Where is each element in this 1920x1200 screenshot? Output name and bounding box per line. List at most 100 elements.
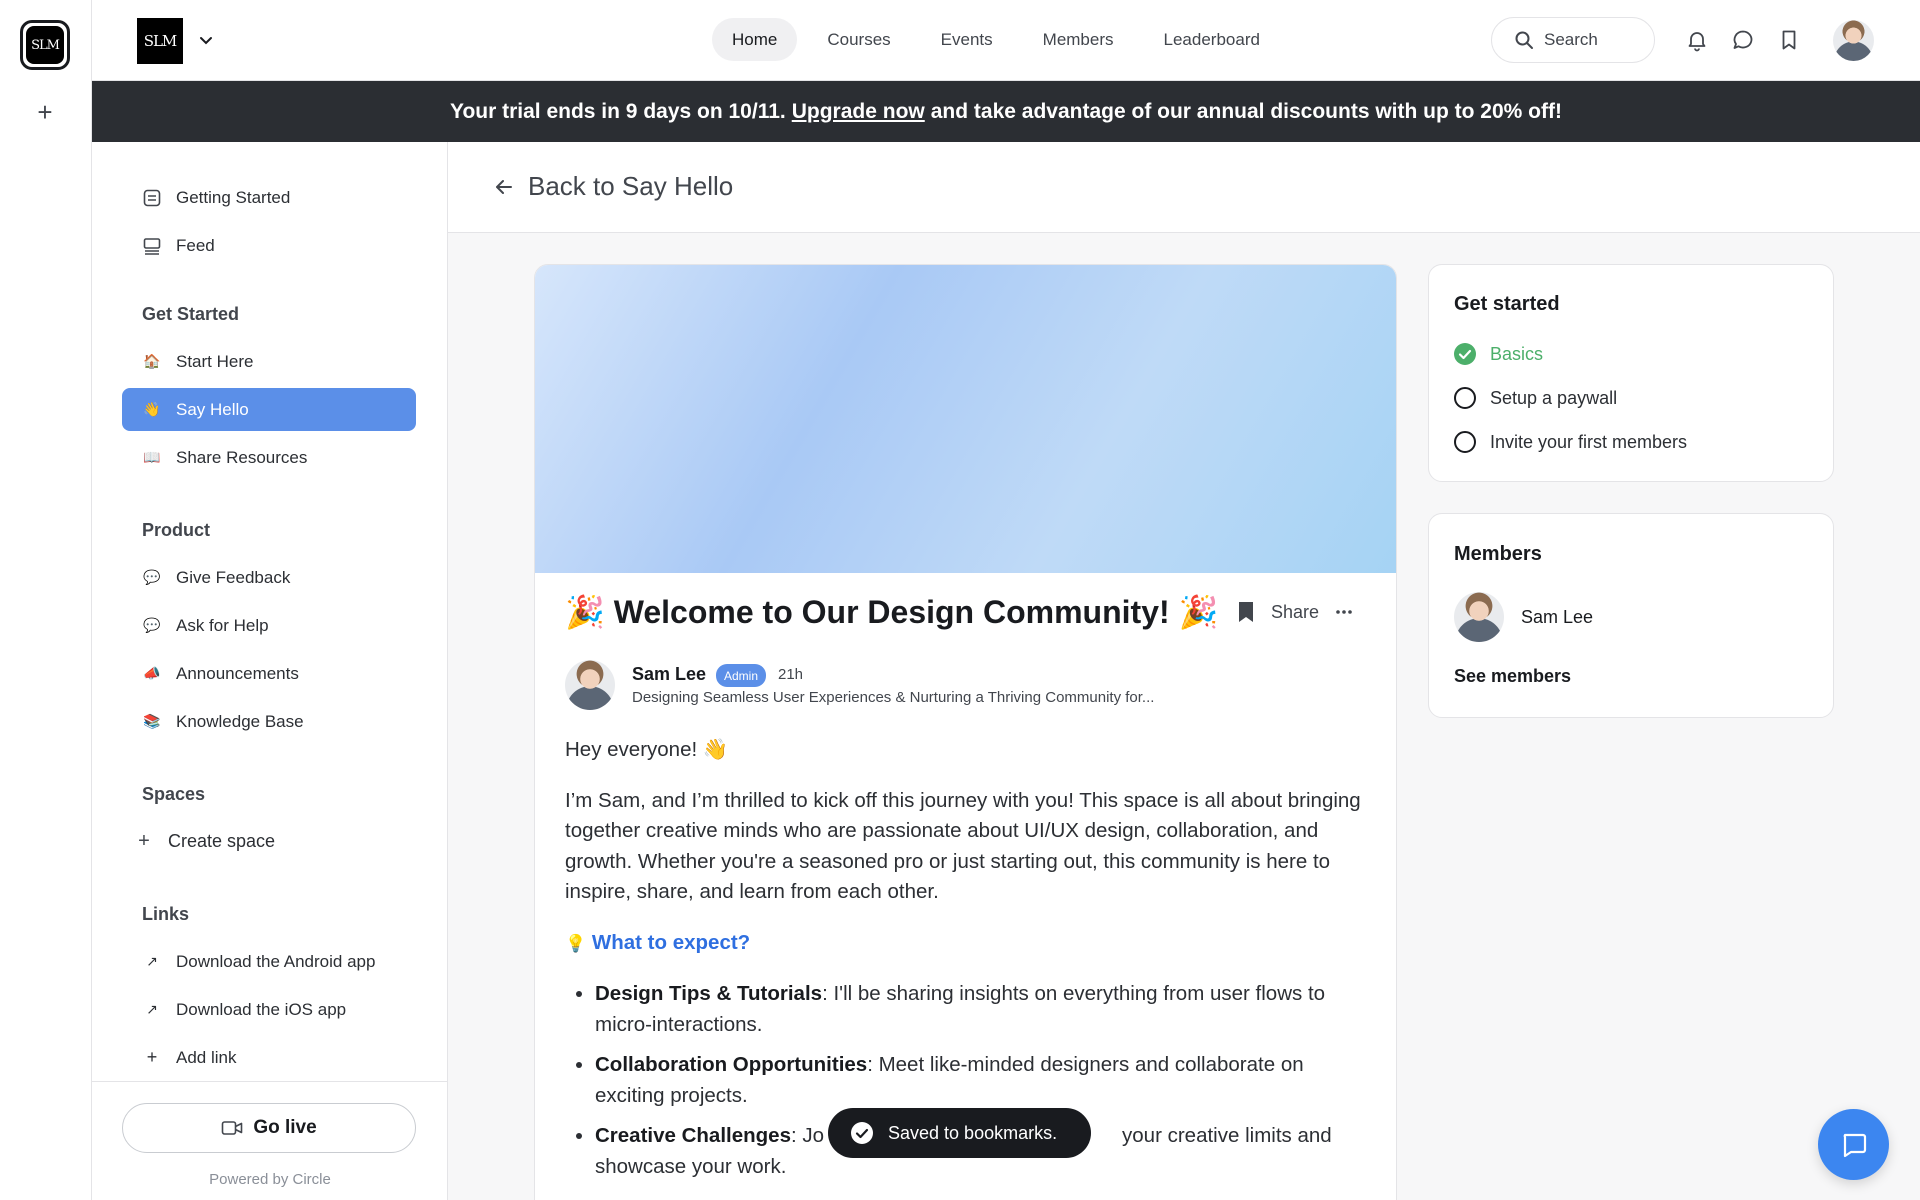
search-button[interactable]: Search <box>1491 17 1655 63</box>
feed-icon <box>143 237 161 255</box>
expect-heading-text: What to expect? <box>591 930 751 954</box>
author-avatar[interactable] <box>565 660 615 710</box>
sidebar-item-knowledge-base[interactable]: 📚 Knowledge Base <box>122 700 416 743</box>
search-icon <box>1515 31 1533 49</box>
sidebar-item-ask-for-help[interactable]: 💬 Ask for Help <box>122 604 416 647</box>
sidebar-item-say-hello[interactable]: 👋 Say Hello <box>122 388 416 431</box>
author-tagline: Designing Seamless User Experiences & Nu… <box>632 689 1155 706</box>
sidebar-group-heading[interactable]: Product <box>142 520 210 541</box>
sidebar-item-feed[interactable]: Feed <box>122 224 416 267</box>
chat-widget-button[interactable] <box>1818 1109 1889 1180</box>
main-header: Back to Say Hello <box>448 142 1920 233</box>
books-icon: 📚 <box>143 713 161 729</box>
share-button[interactable]: Share <box>1271 602 1319 623</box>
member-name[interactable]: Sam Lee <box>1521 607 1593 628</box>
toast-text: Saved to bookmarks. <box>888 1122 1058 1143</box>
external-link-icon: ↗ <box>146 1001 158 1017</box>
add-link-button[interactable]: + Add link <box>122 1036 416 1079</box>
checklist-label: Setup a paywall <box>1490 387 1618 408</box>
checklist-item-invite[interactable]: Invite your first members <box>1454 431 1687 453</box>
sidebar-item-give-feedback[interactable]: 💬 Give Feedback <box>122 556 416 599</box>
sidebar-item-ios-app[interactable]: ↗ Download the iOS app <box>122 988 416 1031</box>
nav-leaderboard[interactable]: Leaderboard <box>1144 18 1280 61</box>
back-link[interactable]: Back to Say Hello <box>494 171 733 202</box>
sidebar-item-label: Getting Started <box>176 187 291 207</box>
post-cover-image <box>535 265 1396 573</box>
card-title: Get started <box>1454 293 1560 315</box>
member-avatar[interactable] <box>1454 592 1504 642</box>
nav-members[interactable]: Members <box>1023 18 1134 61</box>
sidebar-item-android-app[interactable]: ↗ Download the Android app <box>122 940 416 983</box>
upgrade-link[interactable]: Upgrade now <box>792 100 925 124</box>
empty-circle-icon <box>1454 431 1476 453</box>
sidebar-item-share-resources[interactable]: 📖 Share Resources <box>122 436 416 479</box>
video-camera-icon <box>222 1121 243 1135</box>
sidebar-item-label: Create space <box>168 831 276 851</box>
post-card: 🎉 Welcome to Our Design Community! 🎉 Sha… <box>534 264 1397 1200</box>
list-item-text: : Jo <box>790 1124 825 1147</box>
community-switcher-logo[interactable]: SLM <box>20 20 70 70</box>
go-live-label: Go live <box>253 1117 317 1138</box>
book-icon: 📖 <box>143 449 161 465</box>
nav-courses[interactable]: Courses <box>807 18 910 61</box>
sidebar-item-label: Start Here <box>176 351 254 371</box>
brand-logo[interactable]: SLM <box>137 18 183 64</box>
sidebar-item-label: Download the Android app <box>176 951 376 971</box>
sidebar-item-label: Share Resources <box>176 447 308 467</box>
sidebar-group-heading[interactable]: Links <box>142 904 189 925</box>
sidebar-item-label: Ask for Help <box>176 615 269 635</box>
megaphone-icon: 📣 <box>143 665 161 681</box>
sidebar-item-label: Feed <box>176 235 215 255</box>
sidebar-item-start-here[interactable]: 🏠 Start Here <box>122 340 416 383</box>
chat-icon[interactable] <box>1731 28 1755 52</box>
chevron-down-icon[interactable] <box>196 30 216 50</box>
sidebar-item-announcements[interactable]: 📣 Announcements <box>122 652 416 695</box>
external-link-icon: ↗ <box>146 953 158 969</box>
members-card: Members Sam Lee See members <box>1428 513 1834 718</box>
go-live-button[interactable]: Go live <box>122 1103 416 1153</box>
list-item-title: Creative Challenges <box>595 1124 791 1147</box>
more-options-icon[interactable] <box>1333 601 1355 623</box>
checklist-icon <box>143 189 161 206</box>
sidebar-item-label: Give Feedback <box>176 567 291 587</box>
nav-home[interactable]: Home <box>712 18 798 61</box>
bookmark-icon[interactable] <box>1777 28 1801 52</box>
waving-hand-icon: 👋 <box>143 401 161 417</box>
bell-icon[interactable] <box>1685 28 1709 52</box>
user-avatar[interactable] <box>1833 20 1874 61</box>
speech-bubble-icon: 💬 <box>143 617 161 633</box>
sidebar-item-label: Download the iOS app <box>176 999 347 1019</box>
empty-circle-icon <box>1454 387 1476 409</box>
add-community-icon[interactable]: + <box>31 97 59 127</box>
checklist-label: Invite your first members <box>1490 431 1688 452</box>
nav-events[interactable]: Events <box>921 18 1013 61</box>
check-circle-icon <box>1454 343 1476 365</box>
main-nav: Home Courses Events Members Leaderboard <box>712 18 1280 61</box>
sidebar-group-heading[interactable]: Get Started <box>142 304 239 325</box>
sidebar-divider <box>92 1081 448 1082</box>
checklist-item-basics[interactable]: Basics <box>1454 343 1543 365</box>
list-item: Design Tips & Tutorials: I'll be sharing… <box>595 979 1365 1040</box>
trial-banner: Your trial ends in 9 days on 10/11. Upgr… <box>92 81 1920 142</box>
community-rail: SLM + <box>0 0 92 1200</box>
house-icon: 🏠 <box>143 353 161 369</box>
plus-icon: + <box>138 830 150 852</box>
sidebar-group-heading[interactable]: Spaces <box>142 784 205 805</box>
sidebar-item-label: Announcements <box>176 663 299 683</box>
powered-by[interactable]: Powered by Circle <box>92 1171 448 1188</box>
speech-bubble-icon: 💬 <box>143 569 161 585</box>
lightbulb-icon: 💡 <box>565 933 587 953</box>
checklist-label: Basics <box>1490 343 1544 364</box>
sidebar-item-getting-started[interactable]: Getting Started <box>122 176 416 219</box>
list-item-title: Collaboration Opportunities <box>595 1053 868 1076</box>
arrow-left-icon <box>496 179 512 194</box>
get-started-card: Get started Basics Setup a paywall Invit… <box>1428 264 1834 482</box>
author-name[interactable]: Sam Lee <box>632 664 706 685</box>
bookmark-toast: Saved to bookmarks. <box>828 1108 1091 1158</box>
sidebar: Getting Started Feed Get Started 🏠 Start… <box>92 142 448 1200</box>
post-title: 🎉 Welcome to Our Design Community! 🎉 <box>565 594 1219 630</box>
checklist-item-paywall[interactable]: Setup a paywall <box>1454 387 1617 409</box>
see-members-link[interactable]: See members <box>1454 666 1571 687</box>
create-space-button[interactable]: + Create space <box>122 820 416 863</box>
bookmark-filled-icon[interactable] <box>1235 600 1257 624</box>
